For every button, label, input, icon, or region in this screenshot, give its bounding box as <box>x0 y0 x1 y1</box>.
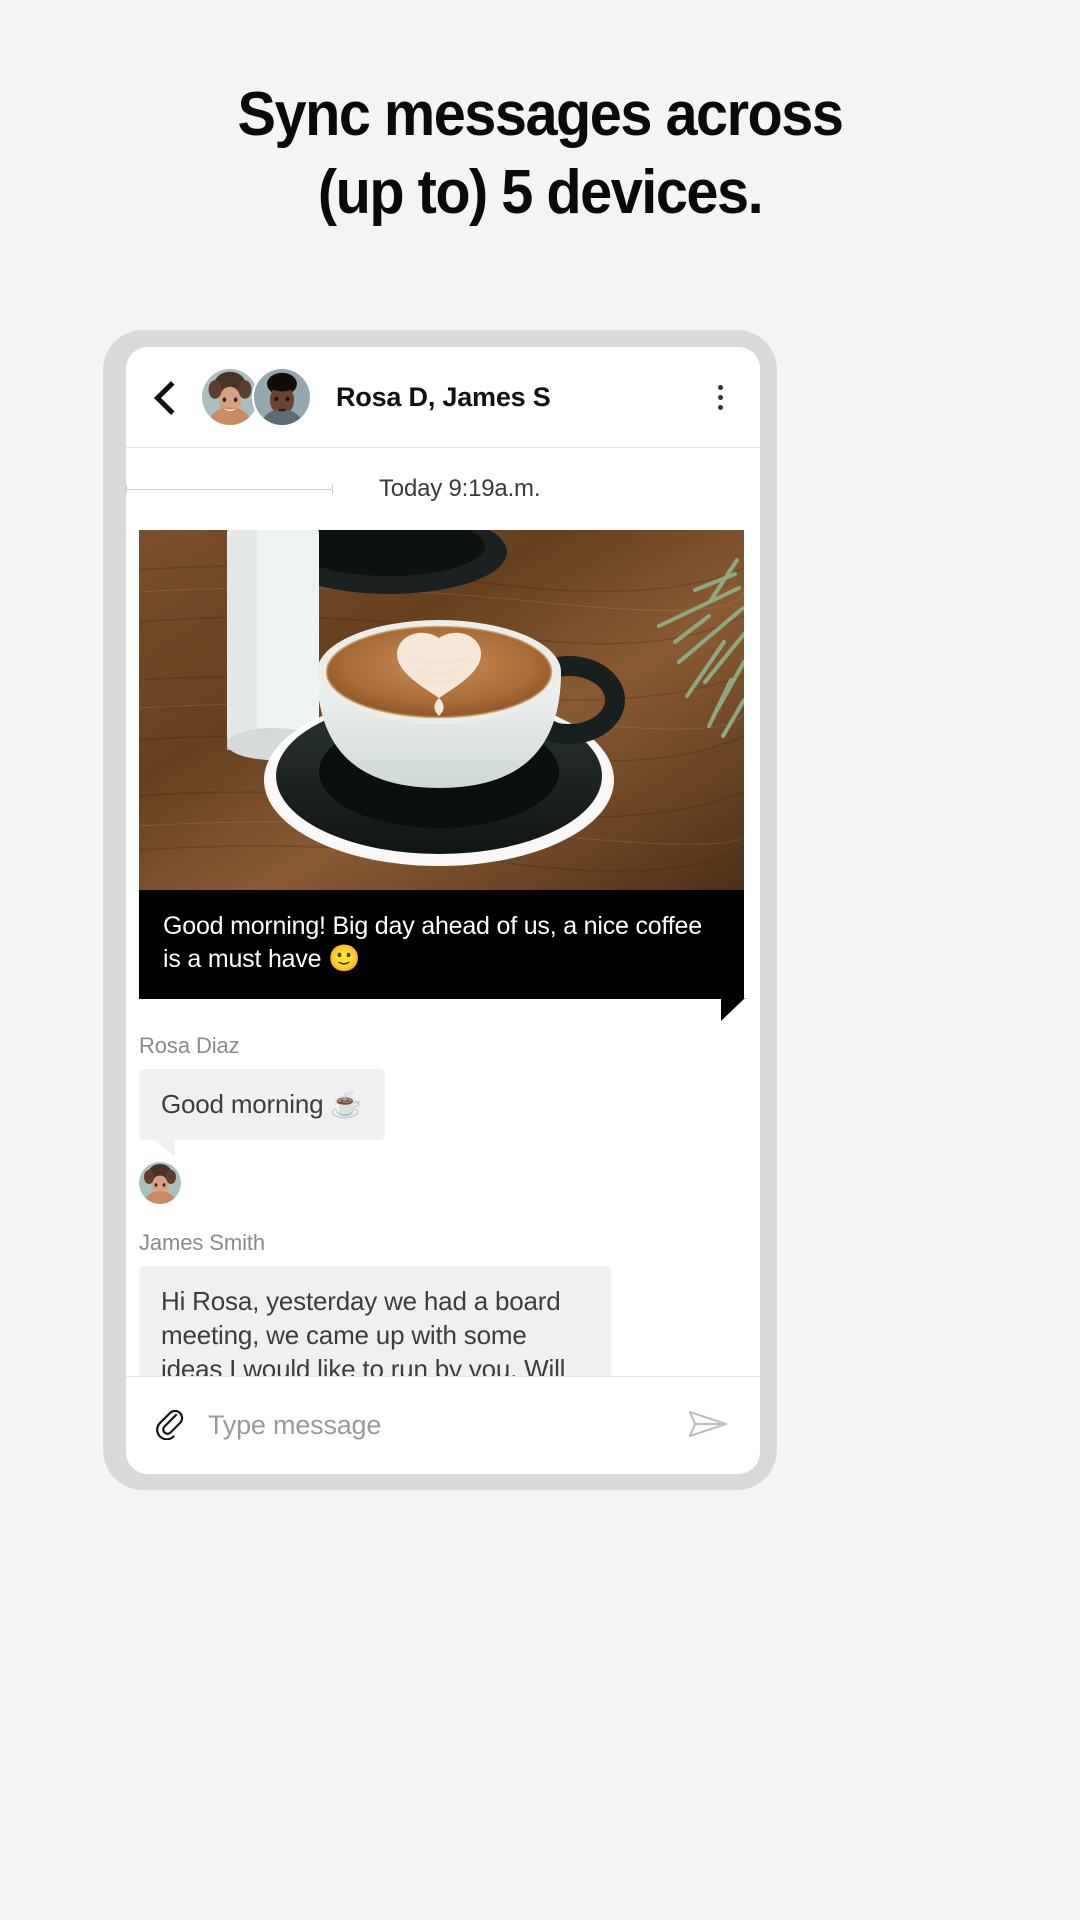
header-avatar-group <box>200 367 312 427</box>
james-avatar-image <box>254 369 310 425</box>
bubble-tail <box>721 998 745 1022</box>
message-sender-name: James Smith <box>139 1229 266 1255</box>
divider-line <box>126 484 333 494</box>
coffee-photo[interactable] <box>139 530 744 890</box>
bubble-tail <box>153 1138 175 1157</box>
kebab-dot <box>717 394 723 400</box>
message-text: Hi Rosa, yesterday we had a board meetin… <box>161 1285 566 1376</box>
avatar-rosa-small[interactable] <box>139 1161 181 1204</box>
smiley-icon: 🙂 <box>328 943 361 973</box>
rosa-avatar-image <box>202 369 258 425</box>
message-bubble[interactable]: Good morning ☕ <box>139 1069 385 1157</box>
attachment-icon[interactable] <box>152 1406 186 1446</box>
message-bubble[interactable]: Hi Rosa, yesterday we had a board meetin… <box>139 1265 611 1376</box>
chat-header: Rosa D, James S <box>126 347 760 448</box>
message-james: James Smith Hi Rosa, yesterday we had a … <box>126 1230 760 1376</box>
send-icon[interactable] <box>686 1406 730 1446</box>
kebab-dot <box>717 404 723 410</box>
paperclip-glyph <box>156 1409 184 1440</box>
photo-caption-text: Good morning! Big day ahead of us, a nic… <box>163 912 702 973</box>
chat-title: Rosa D, James S <box>336 381 551 412</box>
message-rosa: Rosa Diaz Good morning ☕ <box>126 1033 760 1157</box>
coffee-icon: ☕ <box>330 1089 363 1120</box>
message-text: Good morning <box>161 1089 331 1120</box>
message-input[interactable] <box>208 1410 686 1441</box>
date-divider-label: Today 9:19a.m. <box>379 475 541 502</box>
date-divider: Today 9:19a.m. <box>126 448 760 530</box>
headline-line-1: Sync messages across <box>237 80 844 149</box>
kebab-dot <box>717 384 723 390</box>
message-list[interactable]: Today 9:19a.m. Good morning! Big day ahe… <box>126 448 760 1376</box>
phone-screen: Rosa D, James S Today 9:19a.m. Good morn… <box>126 347 760 1474</box>
photo-message[interactable]: Good morning! Big day ahead of us, a nic… <box>139 530 745 1022</box>
headline-line-2: (up to) 5 devices. <box>317 158 764 227</box>
more-options-icon[interactable] <box>702 377 738 417</box>
message-composer <box>126 1376 760 1474</box>
avatar-james[interactable] <box>252 367 312 427</box>
rosa-avatar-image <box>139 1161 181 1204</box>
message-sender-name: Rosa Diaz <box>139 1033 240 1059</box>
avatar-rosa[interactable] <box>200 367 260 427</box>
send-glyph <box>688 1410 728 1437</box>
page-title: Sync messages across (up to) 5 devices. <box>38 84 1042 224</box>
coffee-photo-image <box>139 530 744 890</box>
back-icon[interactable] <box>150 377 180 417</box>
photo-caption: Good morning! Big day ahead of us, a nic… <box>139 890 745 1022</box>
